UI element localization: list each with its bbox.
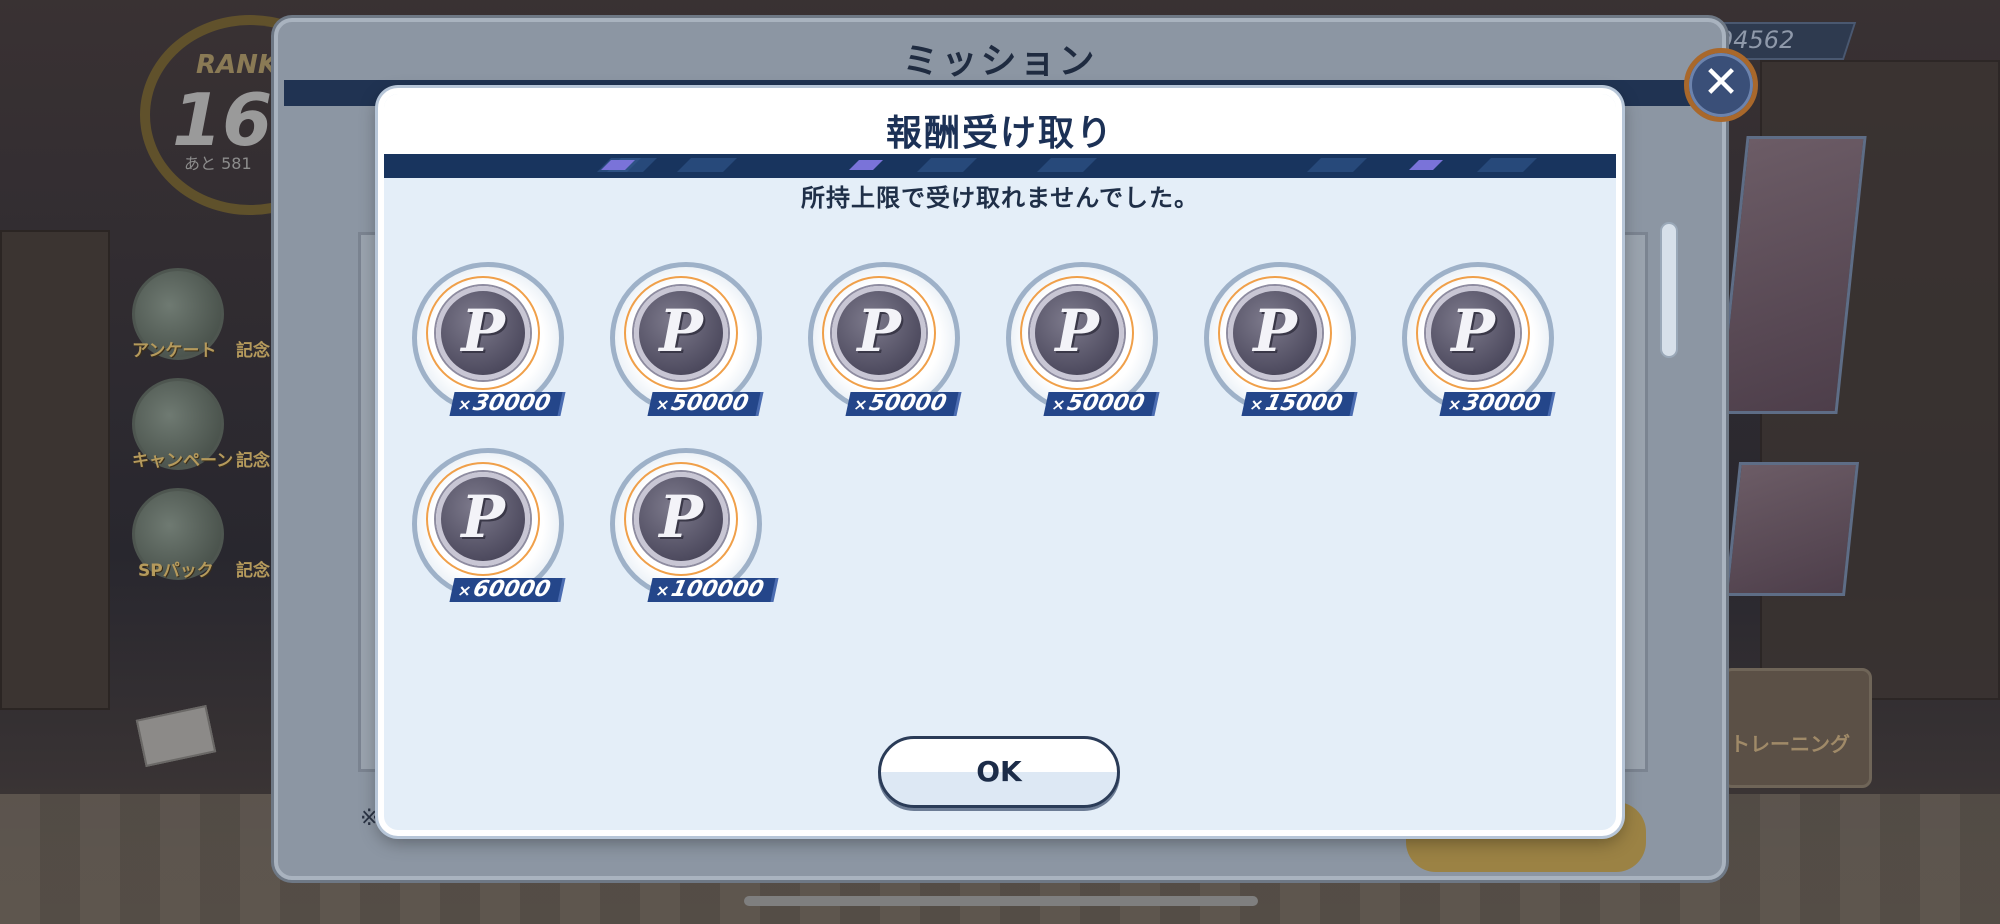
reward-item: P ×50000 (610, 262, 766, 418)
quantity-badge: ×15000 (1241, 391, 1355, 416)
commemorative-label: 記念 (236, 561, 270, 581)
reward-item: P ×50000 (1006, 262, 1162, 418)
quantity-value: 50000 (668, 391, 751, 416)
reward-item: P ×60000 (412, 448, 568, 604)
survey-label: アンケート (132, 341, 217, 361)
pay-coin-icon: P (1426, 286, 1520, 380)
coin-glyph: P (659, 297, 703, 365)
stripe-decoration (849, 160, 883, 170)
quantity-value: 30000 (1460, 391, 1543, 416)
mission-title: ミッション (902, 41, 1098, 82)
quantity-badge: ×100000 (647, 577, 776, 602)
character-card[interactable] (1724, 462, 1860, 596)
stripe-decoration (1409, 160, 1443, 170)
pay-coin-icon: P (1030, 286, 1124, 380)
dialog-message: 所持上限で受け取れませんでした。 (800, 184, 1200, 212)
stripe-decoration (677, 158, 737, 172)
training-label: トレーニング (1730, 732, 1850, 756)
coin-glyph: P (659, 483, 703, 551)
rank-label: RANK (196, 50, 279, 80)
quantity-value: 60000 (470, 577, 553, 602)
coin-glyph: P (461, 297, 505, 365)
campaign-label: キャンペーン (132, 451, 234, 471)
reward-item: P ×15000 (1204, 262, 1360, 418)
mission-note: ※ (360, 806, 379, 831)
pay-coin-icon: P (832, 286, 926, 380)
quantity-value: 30000 (470, 391, 553, 416)
quantity-badge: ×60000 (449, 577, 563, 602)
home-indicator (744, 896, 1258, 906)
pay-coin-icon: P (634, 286, 728, 380)
mission-scrollbar[interactable] (1660, 222, 1678, 358)
close-icon: ✕ (1702, 57, 1740, 108)
dialog-title: 報酬受け取り (885, 113, 1114, 154)
quantity-value: 50000 (866, 391, 949, 416)
commemorative-label: 記念 (236, 341, 270, 361)
reward-item: P ×30000 (1402, 262, 1558, 418)
quantity-badge: ×50000 (1043, 391, 1157, 416)
reward-item: P ×50000 (808, 262, 964, 418)
coin-glyph: P (857, 297, 901, 365)
reward-item: P ×30000 (412, 262, 568, 418)
quantity-badge: ×30000 (1439, 391, 1553, 416)
sp-pack-label: SPパック (138, 561, 214, 581)
reward-dialog: 報酬受け取り 所持上限で受け取れませんでした。 P ×30000 P ×5000… (378, 88, 1622, 836)
stripe-decoration (1477, 158, 1537, 172)
rank-next-text: あと 581 (184, 154, 252, 173)
stripe-decoration (1307, 158, 1367, 172)
pay-coin-icon: P (1228, 286, 1322, 380)
quantity-badge: ×50000 (845, 391, 959, 416)
reward-item: P ×100000 (610, 448, 776, 604)
close-button[interactable]: ✕ (1684, 48, 1758, 122)
pay-coin-icon: P (436, 472, 530, 566)
coin-glyph: P (1253, 297, 1297, 365)
coin-glyph: P (461, 483, 505, 551)
stripe-decoration (917, 158, 977, 172)
pay-coin-icon: P (436, 286, 530, 380)
commemorative-label: 記念 (236, 451, 270, 471)
background-building (0, 230, 110, 710)
stripe-decoration (1037, 158, 1097, 172)
dialog-header-stripe (384, 154, 1616, 178)
quantity-value: 15000 (1262, 391, 1345, 416)
quantity-value: 50000 (1064, 391, 1147, 416)
pay-coin-icon: P (634, 472, 728, 566)
quantity-badge: ×30000 (449, 391, 563, 416)
ok-button[interactable]: OK (878, 736, 1120, 808)
quantity-badge: ×50000 (647, 391, 761, 416)
coin-glyph: P (1451, 297, 1495, 365)
coin-glyph: P (1055, 297, 1099, 365)
quantity-value: 100000 (668, 577, 767, 602)
